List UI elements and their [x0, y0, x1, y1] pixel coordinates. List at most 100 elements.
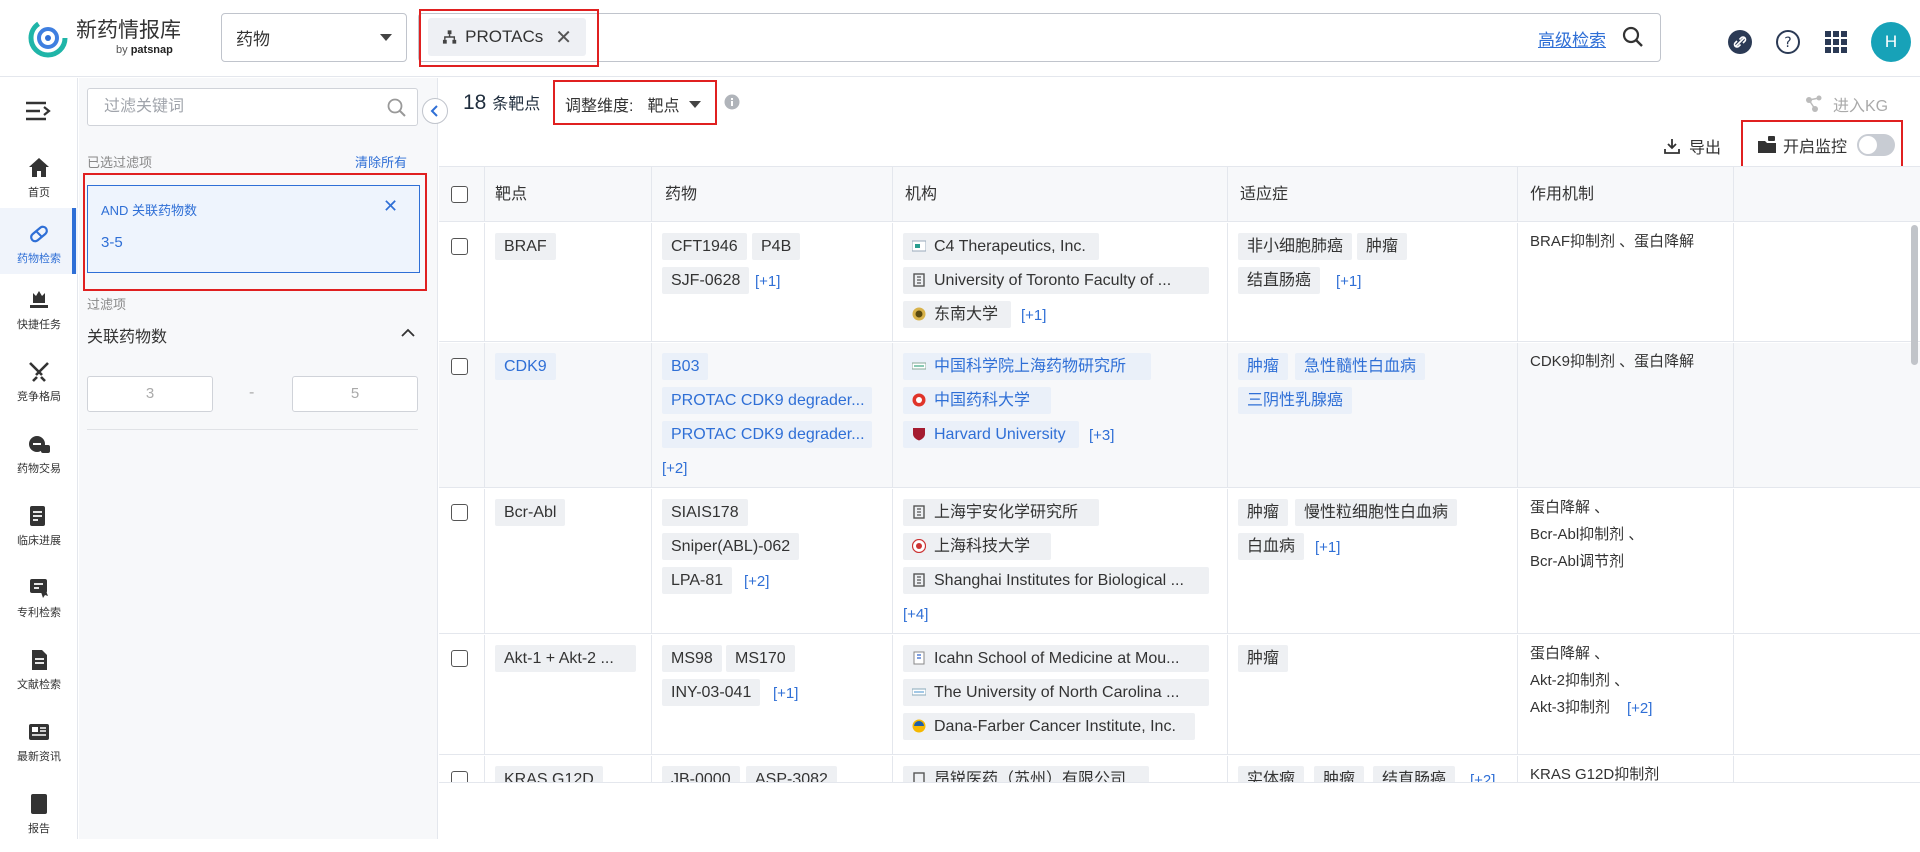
- more-orgs-link[interactable]: [+3]: [1089, 422, 1114, 449]
- dimension-select[interactable]: 调整维度: 靶点: [565, 92, 702, 116]
- query-chip[interactable]: PROTACs ✕: [428, 18, 586, 56]
- range-min-input[interactable]: 3: [87, 376, 213, 412]
- drug-tag[interactable]: MS98: [662, 645, 722, 672]
- search-icon[interactable]: [387, 98, 407, 118]
- indication-tag[interactable]: 三阴性乳腺癌: [1238, 387, 1353, 414]
- column-header-indication[interactable]: 适应症: [1228, 167, 1518, 222]
- select-all-checkbox[interactable]: [451, 186, 468, 203]
- indication-tag[interactable]: 白血病: [1238, 533, 1305, 560]
- row-checkbox[interactable]: [451, 650, 468, 667]
- drug-tag[interactable]: Sniper(ABL)-062: [662, 533, 800, 560]
- drug-tag[interactable]: B03: [662, 353, 709, 380]
- info-icon[interactable]: [724, 94, 740, 110]
- monitor-control[interactable]: 开启监控: [1757, 133, 1896, 157]
- org-tag[interactable]: 中国科学院上海药物研究所: [903, 353, 1151, 380]
- more-indications-link[interactable]: [+1]: [1336, 268, 1361, 295]
- org-tag[interactable]: 上海科技大学: [903, 533, 1051, 560]
- row-checkbox[interactable]: [451, 771, 468, 782]
- row-checkbox[interactable]: [451, 238, 468, 255]
- nav-item-quick-task[interactable]: 快捷任务: [0, 288, 78, 348]
- drug-tag[interactable]: JB-0000: [662, 766, 740, 782]
- indication-tag[interactable]: 慢性粒细胞性白血病: [1295, 499, 1458, 526]
- org-tag[interactable]: Dana-Farber Cancer Institute, Inc.: [903, 713, 1195, 740]
- indication-tag[interactable]: 急性髓性白血病: [1295, 353, 1426, 380]
- more-moa-link[interactable]: [+2]: [1627, 695, 1652, 722]
- export-button[interactable]: 导出: [1663, 134, 1721, 158]
- column-header-moa[interactable]: 作用机制: [1518, 167, 1734, 222]
- range-max-input[interactable]: 5: [292, 376, 418, 412]
- column-header-drug[interactable]: 药物: [652, 167, 893, 222]
- more-orgs-link[interactable]: [+4]: [903, 601, 928, 628]
- nav-item-news[interactable]: 最新资讯: [0, 720, 78, 780]
- user-avatar[interactable]: H: [1871, 22, 1911, 62]
- search-type-select[interactable]: 药物: [221, 13, 407, 62]
- more-indications-link[interactable]: [+1]: [1315, 534, 1340, 561]
- more-indications-link[interactable]: [+2]: [1470, 767, 1495, 782]
- enter-kg-button[interactable]: 进入KG: [1803, 92, 1888, 116]
- table-scrollbar[interactable]: [1911, 225, 1918, 365]
- indication-tag[interactable]: 肿瘤: [1238, 353, 1289, 380]
- close-icon[interactable]: ✕: [383, 196, 398, 217]
- target-tag[interactable]: KRAS G12D: [495, 766, 603, 782]
- column-header-target[interactable]: 靶点: [485, 167, 652, 222]
- close-icon[interactable]: ✕: [555, 25, 572, 50]
- more-drugs-link[interactable]: [+1]: [773, 680, 798, 707]
- org-tag[interactable]: Icahn School of Medicine at Mou...: [903, 645, 1209, 672]
- nav-item-patent[interactable]: 专利检索: [0, 576, 78, 636]
- more-drugs-link[interactable]: [+2]: [744, 568, 769, 595]
- target-tag[interactable]: CDK9: [495, 353, 556, 380]
- org-tag[interactable]: Harvard University: [903, 421, 1079, 448]
- indication-tag[interactable]: 结直肠癌: [1238, 267, 1321, 294]
- collapse-panel-button[interactable]: [422, 98, 448, 124]
- target-tag[interactable]: Bcr-Abl: [495, 499, 566, 526]
- menu-collapse-icon[interactable]: [24, 100, 52, 122]
- org-tag[interactable]: 中国药科大学: [903, 387, 1051, 414]
- org-tag[interactable]: 东南大学: [903, 301, 1011, 328]
- more-orgs-link[interactable]: [+1]: [1021, 302, 1046, 329]
- drug-tag[interactable]: CFT1946: [662, 233, 747, 260]
- clear-all-link[interactable]: 清除所有: [355, 152, 407, 171]
- more-drugs-link[interactable]: [+1]: [755, 268, 780, 295]
- drug-tag[interactable]: SIAIS178: [662, 499, 748, 526]
- drug-tag[interactable]: PROTAC CDK9 degrader...: [662, 421, 872, 448]
- help-icon[interactable]: ?: [1773, 27, 1803, 57]
- drug-tag[interactable]: INY-03-041: [662, 679, 761, 706]
- drug-tag[interactable]: SJF-0628: [662, 267, 750, 294]
- filter-group-title[interactable]: 关联药物数: [87, 323, 167, 347]
- nav-item-drug-search[interactable]: 药物检索: [0, 208, 78, 274]
- nav-item-literature[interactable]: 文献检索: [0, 648, 78, 708]
- target-tag[interactable]: BRAF: [495, 233, 556, 260]
- drug-tag[interactable]: LPA-81: [662, 567, 733, 594]
- indication-tag[interactable]: 非小细胞肺癌: [1238, 233, 1353, 260]
- indication-tag[interactable]: 结直肠癌: [1373, 766, 1456, 782]
- link-icon[interactable]: [1725, 27, 1755, 57]
- indication-tag[interactable]: 实体瘤: [1238, 766, 1305, 782]
- search-icon[interactable]: [1622, 26, 1644, 48]
- monitor-toggle[interactable]: [1857, 134, 1896, 156]
- nav-item-report[interactable]: 报告: [0, 792, 78, 852]
- drug-tag[interactable]: P4B: [752, 233, 801, 260]
- more-drugs-link[interactable]: [+2]: [662, 455, 687, 482]
- indication-tag[interactable]: 肿瘤: [1357, 233, 1408, 260]
- target-tag[interactable]: Akt-1 + Akt-2 ...: [495, 645, 636, 672]
- org-tag[interactable]: 昂锐医药（苏州）有限公司: [903, 766, 1149, 782]
- advanced-search-link[interactable]: 高级检索: [1538, 26, 1606, 51]
- row-checkbox[interactable]: [451, 358, 468, 375]
- chevron-up-icon[interactable]: [401, 328, 415, 337]
- drug-tag[interactable]: ASP-3082: [746, 766, 837, 782]
- row-checkbox[interactable]: [451, 504, 468, 521]
- filter-keyword-input[interactable]: 过滤关键词: [87, 88, 418, 126]
- indication-tag[interactable]: 肿瘤: [1238, 645, 1289, 672]
- org-tag[interactable]: The University of North Carolina ...: [903, 679, 1209, 706]
- nav-item-drug-deals[interactable]: 药物交易: [0, 432, 78, 492]
- column-header-org[interactable]: 机构: [893, 167, 1228, 222]
- org-tag[interactable]: Shanghai Institutes for Biological ...: [903, 567, 1209, 594]
- nav-item-home[interactable]: 首页: [0, 150, 78, 210]
- app-logo[interactable]: 新药情报库 by patsnap: [28, 18, 181, 58]
- search-input[interactable]: [418, 13, 1661, 62]
- org-tag[interactable]: University of Toronto Faculty of ...: [903, 267, 1209, 294]
- indication-tag[interactable]: 肿瘤: [1238, 499, 1289, 526]
- nav-item-clinical[interactable]: 临床进展: [0, 504, 78, 564]
- indication-tag[interactable]: 肿瘤: [1314, 766, 1365, 782]
- org-tag[interactable]: C4 Therapeutics, Inc.: [903, 233, 1099, 260]
